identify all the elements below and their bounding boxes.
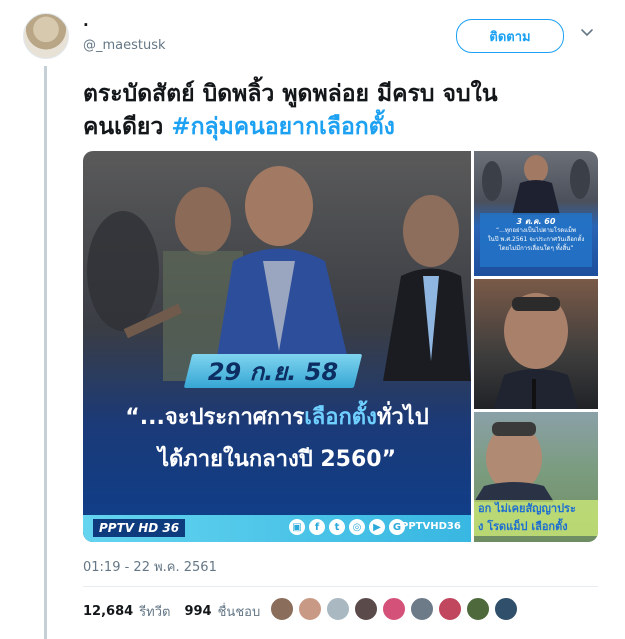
side1-caption-line2: ในปี พ.ศ.2561 จะประกาศวันเลือกตั้ง bbox=[487, 236, 585, 243]
liker-avatar[interactable] bbox=[354, 597, 378, 621]
tweet-stats: 12,684 รีทวีต 994 ชื่นชอบ bbox=[83, 601, 260, 622]
tweet-text-plain: คนเดียว bbox=[83, 114, 172, 140]
photo-portrait-illustration bbox=[494, 293, 578, 409]
liker-avatar[interactable] bbox=[270, 597, 294, 621]
likes-label[interactable]: ชื่นชอบ bbox=[218, 601, 261, 622]
liker-avatar[interactable] bbox=[298, 597, 322, 621]
media-side-image-3[interactable]: อก ไม่เคยสัญญาประ ง โรดแม็ป เลือกตั้ง bbox=[474, 412, 598, 542]
author-handle[interactable]: @_maestusk bbox=[83, 38, 166, 53]
tv-icon: ▣ bbox=[289, 519, 305, 535]
photo-portrait-illustration bbox=[474, 422, 554, 502]
divider bbox=[83, 586, 598, 587]
likes-count[interactable]: 994 bbox=[184, 604, 211, 619]
media-main-image[interactable]: 29 ก.ย. 58 “...จะประกาศการเลือกตั้งทั่วไ… bbox=[83, 151, 471, 542]
retweets-count[interactable]: 12,684 bbox=[83, 604, 133, 619]
liker-avatar[interactable] bbox=[494, 597, 518, 621]
channel-handle: PPTVHD36 bbox=[401, 521, 461, 532]
media-grid: 29 ก.ย. 58 “...จะประกาศการเลือกตั้งทั่วไ… bbox=[83, 151, 598, 542]
author-avatar[interactable] bbox=[23, 13, 69, 59]
liker-avatar[interactable] bbox=[382, 597, 406, 621]
liker-avatar[interactable] bbox=[438, 597, 462, 621]
side1-date: 3 ต.ค. 60 bbox=[516, 217, 556, 226]
photo-people-illustration bbox=[482, 155, 590, 215]
retweets-label[interactable]: รีทวีต bbox=[139, 601, 170, 622]
side3-line2: ง โรดแม็ป เลือกตั้ง bbox=[478, 520, 568, 533]
main-date: 29 ก.ย. 58 bbox=[207, 357, 339, 386]
liker-avatars bbox=[270, 597, 518, 621]
media-side-image-1[interactable]: 3 ต.ค. 60 “...ทุกอย่างเป็นไปตามโรดแม็พ ใ… bbox=[474, 151, 598, 276]
quote-highlight: เลือกตั้ง bbox=[304, 405, 377, 430]
side1-caption: 3 ต.ค. 60 “...ทุกอย่างเป็นไปตามโรดแม็พ ใ… bbox=[480, 213, 592, 267]
facebook-icon: f bbox=[309, 519, 325, 535]
quote-pre: “...จะประกาศการ bbox=[125, 405, 305, 430]
channel-logo: PPTV HD 36 bbox=[93, 519, 186, 537]
media-side-image-2[interactable] bbox=[474, 279, 598, 409]
photo-people-illustration bbox=[87, 166, 471, 381]
side1-caption-line1: “...ทุกอย่างเป็นไปตามโรดแม็พ bbox=[496, 227, 576, 234]
side1-caption-line3: โดยไม่มีการเลื่อนใดๆ ทั้งสิ้น” bbox=[498, 245, 574, 252]
twitter-icon: t bbox=[329, 519, 345, 535]
tweet-text-line1: ตระบัดสัตย์ บิดพลิ้ว พูดพล่อย มีครบ จบใน bbox=[83, 81, 498, 107]
side3-line1: อก ไม่เคยสัญญาประ bbox=[478, 502, 576, 515]
tweet-text-line2: คนเดียว #กลุ่มคนอยากเลือกตั้ง bbox=[83, 111, 603, 144]
liker-avatar[interactable] bbox=[410, 597, 434, 621]
instagram-icon: ◎ bbox=[349, 519, 365, 535]
tweet-text: ตระบัดสัตย์ บิดพลิ้ว พูดพล่อย มีครบ จบใน… bbox=[83, 78, 603, 144]
thread-line bbox=[44, 66, 47, 639]
youtube-icon: ▶ bbox=[369, 519, 385, 535]
author-name[interactable]: . bbox=[83, 12, 89, 30]
chevron-down-icon[interactable] bbox=[580, 25, 594, 39]
tweet-timestamp[interactable]: 01:19 - 22 พ.ค. 2561 bbox=[83, 556, 217, 577]
liker-avatar[interactable] bbox=[326, 597, 350, 621]
social-icons: ▣ f t ◎ ▶ G bbox=[289, 519, 405, 535]
side3-text: อก ไม่เคยสัญญาประ ง โรดแม็ป เลือกตั้ง bbox=[474, 500, 598, 536]
hashtag-link[interactable]: #กลุ่มคนอยากเลือกตั้ง bbox=[171, 114, 395, 140]
main-quote-line2: ได้ภายในกลางปี 2560” bbox=[157, 447, 397, 472]
quote-post: ทั่วไป bbox=[376, 405, 429, 430]
liker-avatar[interactable] bbox=[466, 597, 490, 621]
follow-button[interactable]: ติดตาม bbox=[456, 19, 564, 53]
main-quote-line1: “...จะประกาศการเลือกตั้งทั่วไป bbox=[83, 399, 471, 434]
